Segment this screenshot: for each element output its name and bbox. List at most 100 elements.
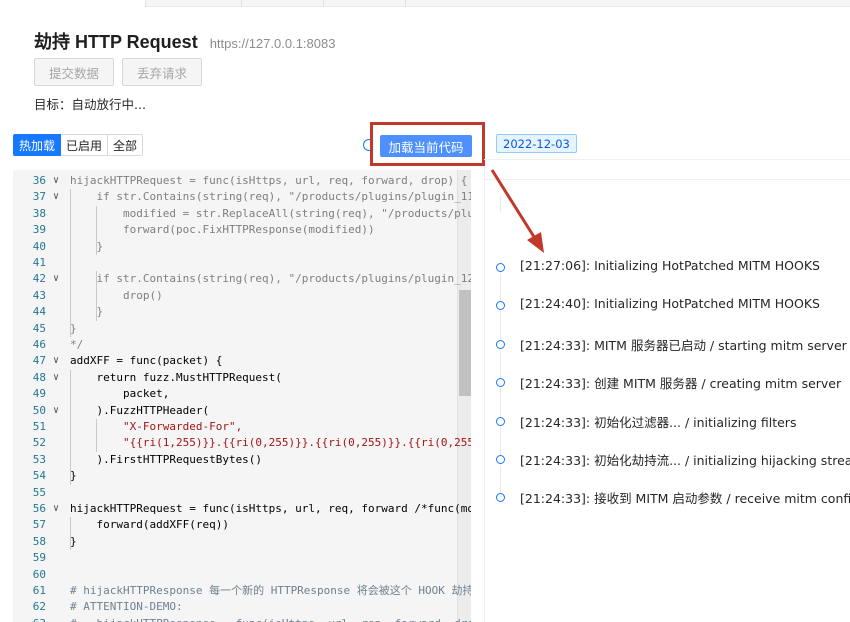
fold-chevron-icon[interactable]: ∨ — [53, 353, 67, 369]
segment-hot-reload[interactable]: 热加载 — [13, 134, 62, 156]
code-line[interactable]: 44 } — [13, 304, 471, 320]
line-number: 53 — [32, 452, 46, 466]
code-line[interactable]: 39 forward(poc.FixHTTPResponse(modified)… — [13, 222, 471, 238]
code-line[interactable]: 59 — [13, 550, 471, 566]
code-text: if str.Contains(string(req), "/products/… — [70, 190, 471, 204]
top-tab-active[interactable] — [0, 0, 146, 7]
code-line[interactable]: 54} — [13, 468, 471, 484]
divider — [484, 159, 850, 160]
fold-chevron-icon[interactable]: ∨ — [53, 403, 67, 419]
code-line[interactable]: 52 "{{ri(1,255)}}.{{ri(0,255)}}.{{ri(0,2… — [13, 435, 471, 451]
page-title: 劫持 HTTP Request — [34, 32, 198, 52]
line-number: 42 — [32, 272, 46, 286]
line-number: 59 — [32, 551, 46, 565]
divider — [484, 179, 850, 180]
code-line[interactable]: 46 */ — [13, 337, 471, 353]
code-line[interactable]: 36 ∨ hijackHTTPRequest = func(isHttps, url… — [13, 173, 471, 189]
loading-spinner-icon — [363, 139, 375, 151]
fold-chevron-icon[interactable]: ∨ — [53, 173, 67, 189]
line-number: 63 — [13, 616, 46, 622]
code-line[interactable]: 55 — [13, 485, 471, 501]
timeline-connector — [500, 273, 501, 302]
fold-chevron-icon[interactable]: ∨ — [53, 271, 67, 287]
target-status: 目标：自动放行中... — [34, 97, 146, 112]
submit-data-button[interactable]: 提交数据 — [34, 58, 115, 86]
code-line[interactable]: 45} — [13, 321, 471, 337]
code-text: */ — [70, 338, 84, 351]
timeline-dot-icon — [496, 455, 505, 464]
code-line[interactable]: 53 ).FirstHTTPRequestBytes() — [13, 452, 471, 468]
timeline-entry: [21:24:33]: 创建 MITM 服务器 / creating mitm … — [520, 376, 842, 392]
timeline-dot-icon — [496, 378, 505, 388]
discard-request-button[interactable]: 丢弃请求 — [122, 58, 203, 86]
top-tab[interactable] — [146, 0, 242, 7]
line-number: 54 — [32, 469, 46, 483]
code-text: # hijackHTTPResponse 每一个新的 HTTPResponse … — [70, 584, 471, 597]
timeline-connector — [500, 349, 501, 379]
timeline-connector — [500, 388, 501, 417]
timeline-entry: [21:24:33]: 接收到 MITM 启动参数 / receive mitm… — [520, 491, 850, 507]
code-line[interactable]: 48 ∨ return fuzz.MustHTTPRequest( — [13, 370, 471, 386]
code-text: } — [70, 321, 77, 335]
timeline-connector — [500, 196, 501, 212]
top-tab-strip — [0, 0, 850, 7]
code-text: } — [70, 239, 104, 253]
top-tab[interactable] — [242, 0, 324, 7]
code-text: forward(addXFF(req)) — [70, 518, 229, 532]
line-number: 52 — [32, 436, 46, 450]
line-number: 44 — [32, 305, 46, 319]
line-number: 58 — [32, 534, 46, 548]
line-number: 46 — [32, 338, 46, 351]
top-tab[interactable] — [324, 0, 406, 7]
code-text: forward(poc.FixHTTPResponse(modified)) — [70, 223, 375, 237]
timeline-dot-icon — [496, 416, 505, 426]
page-url: https://127.0.0.1:8083 — [209, 36, 336, 51]
timeline-dot-icon — [496, 493, 505, 503]
code-line[interactable]: 38 modified = str.ReplaceAll(string(req)… — [13, 206, 471, 222]
timeline-dot-icon — [496, 263, 505, 272]
code-line[interactable]: 56 ∨ hijackHTTPRequest = func(isHttps, url… — [13, 501, 471, 517]
code-text: "X-Forwarded-For", — [70, 420, 243, 433]
code-line[interactable]: 40 } — [13, 239, 471, 255]
action-buttons: 提交数据 丢弃请求 — [34, 58, 203, 86]
timeline-entry: [21:27:06]: Initializing HotPatched MITM… — [520, 258, 820, 273]
code-line[interactable]: 57 forward(addXFF(req)) — [13, 517, 471, 533]
segment-enabled[interactable]: 已启用 — [61, 134, 109, 156]
code-text: hijackHTTPRequest = func(isHttps, url, r… — [70, 174, 468, 187]
line-number: 47 — [32, 354, 46, 368]
code-line[interactable]: 63 # hijackHTTPResponse = func(isHttps, u… — [13, 616, 471, 622]
line-number: 49 — [32, 387, 46, 401]
timeline-entry: [21:24:33]: MITM 服务器已启动 / starting mitm … — [520, 337, 847, 353]
code-line[interactable]: 58} — [13, 534, 471, 550]
code-line[interactable]: 37 ∨ if str.Contains(string(req), "/produ… — [13, 189, 471, 205]
timeline-dot-icon — [496, 339, 505, 349]
code-line[interactable]: 49 packet, — [13, 386, 471, 402]
panel-divider — [484, 166, 485, 622]
load-current-code-button[interactable]: 加载当前代码 — [380, 135, 472, 157]
code-text: modified = str.ReplaceAll(string(req), "… — [70, 206, 471, 220]
code-line[interactable]: 61 # hijackHTTPResponse 每一个新的 HTTPRespons… — [13, 583, 471, 599]
code-line[interactable]: 47 ∨ addXFF = func(packet) { — [13, 353, 471, 369]
code-line[interactable]: 62 # ATTENTION-DEMO: — [13, 599, 471, 615]
fold-chevron-icon[interactable]: ∨ — [53, 189, 67, 205]
timeline-entry: [21:24:40]: Initializing HotPatched MITM… — [520, 296, 820, 312]
fold-chevron-icon[interactable]: ∨ — [53, 370, 67, 386]
code-editor[interactable]: 36 ∨ hijackHTTPRequest = func(isHttps, url… — [13, 170, 471, 622]
code-line[interactable]: 60 — [13, 567, 471, 583]
line-number: 45 — [32, 321, 46, 335]
segment-all[interactable]: 全部 — [108, 134, 144, 156]
code-line[interactable]: 43 drop() — [13, 288, 471, 304]
code-text: "{{ri(1,255)}}.{{ri(0,255)}}.{{ri(0,255)… — [70, 436, 471, 450]
fold-chevron-icon[interactable]: ∨ — [53, 501, 67, 517]
code-line[interactable]: 50 ∨ ).FuzzHTTPHeader( — [13, 403, 471, 419]
code-text: hijackHTTPRequest = func(isHttps, url, r… — [70, 502, 471, 515]
code-line[interactable]: 41 — [13, 255, 471, 271]
line-number: 50 — [32, 403, 46, 417]
line-number: 41 — [32, 256, 46, 269]
line-number: 62 — [32, 600, 46, 614]
code-line[interactable]: 51 "X-Forwarded-For", — [13, 419, 471, 435]
code-text: ).FuzzHTTPHeader( — [70, 403, 210, 417]
line-number: 60 — [32, 567, 46, 581]
code-line[interactable]: 42 ∨ if str.Contains(string(req), "/produ… — [13, 271, 471, 287]
timeline-connector — [500, 465, 501, 494]
